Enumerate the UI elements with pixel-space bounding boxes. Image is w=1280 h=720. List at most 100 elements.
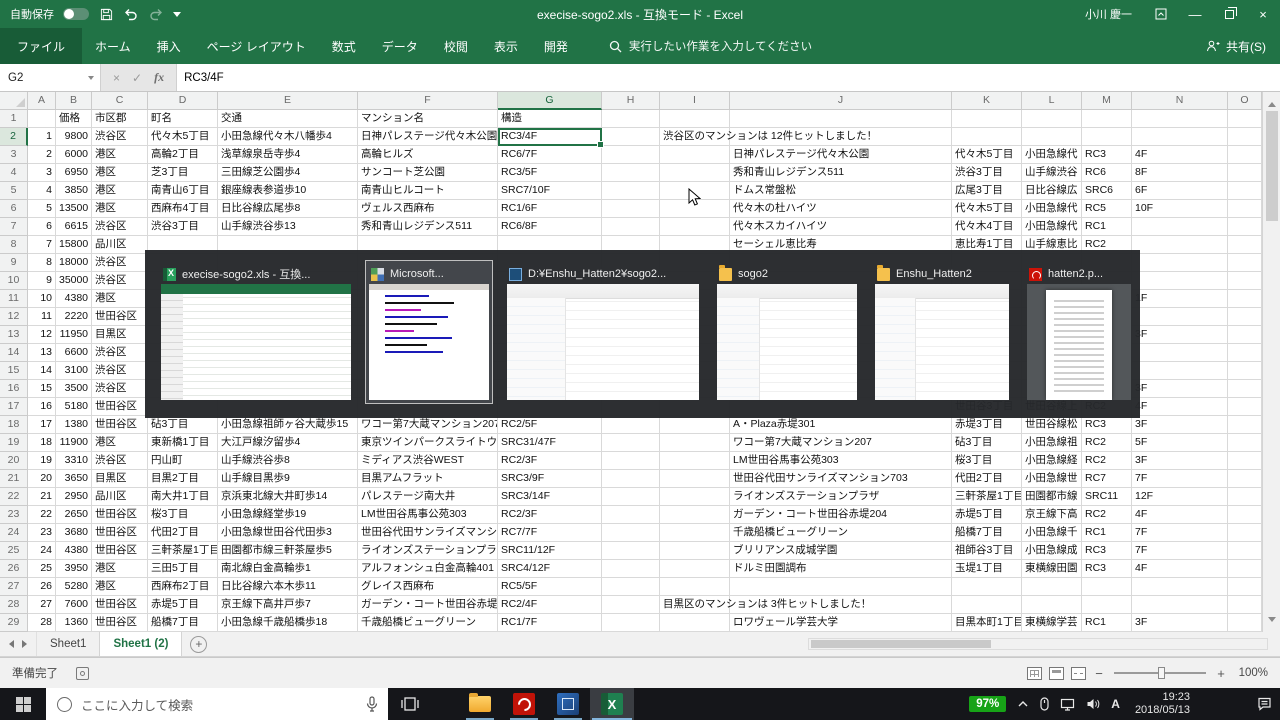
cell-J1[interactable] bbox=[730, 110, 952, 128]
row-header-10[interactable]: 10 bbox=[0, 272, 28, 290]
cell-B3[interactable]: 6000 bbox=[56, 146, 92, 164]
cell-H24[interactable] bbox=[602, 524, 660, 542]
cell-I4[interactable] bbox=[660, 164, 730, 182]
cell-E18[interactable]: 小田急線祖師ヶ谷大蔵歩15 bbox=[218, 416, 358, 434]
cell-G1[interactable]: 構造 bbox=[498, 110, 602, 128]
ribbon-tab-6[interactable]: 校閲 bbox=[431, 28, 481, 64]
cell-N19[interactable]: 5F bbox=[1132, 434, 1228, 452]
zoom-in-button[interactable]: + bbox=[1215, 666, 1227, 681]
cell-B9[interactable]: 18000 bbox=[56, 254, 92, 272]
cell-H4[interactable] bbox=[602, 164, 660, 182]
cell-K2[interactable] bbox=[952, 128, 1022, 146]
cell-B10[interactable]: 35000 bbox=[56, 272, 92, 290]
cell-C22[interactable]: 品川区 bbox=[92, 488, 148, 506]
cell-K4[interactable]: 渋谷3丁目 bbox=[952, 164, 1022, 182]
cell-K20[interactable]: 桜3丁目 bbox=[952, 452, 1022, 470]
autosave-toggle[interactable] bbox=[63, 8, 89, 20]
cell-M2[interactable] bbox=[1082, 128, 1132, 146]
cell-C14[interactable]: 渋谷区 bbox=[92, 344, 148, 362]
cell-C27[interactable]: 港区 bbox=[92, 578, 148, 596]
cell-M22[interactable]: SRC11 bbox=[1082, 488, 1132, 506]
row-header-2[interactable]: 2 bbox=[0, 128, 28, 146]
row-header-11[interactable]: 11 bbox=[0, 290, 28, 308]
cell-F20[interactable]: ミディアス渋谷WEST bbox=[358, 452, 498, 470]
col-header-K[interactable]: K bbox=[952, 92, 1022, 110]
zoom-level[interactable]: 100% bbox=[1234, 667, 1268, 679]
cell-B7[interactable]: 6615 bbox=[56, 218, 92, 236]
cell-I22[interactable] bbox=[660, 488, 730, 506]
cell-L23[interactable]: 京王線下高 bbox=[1022, 506, 1082, 524]
cell-G23[interactable]: RC2/3F bbox=[498, 506, 602, 524]
col-header-D[interactable]: D bbox=[148, 92, 218, 110]
cell-M23[interactable]: RC2 bbox=[1082, 506, 1132, 524]
row-header-22[interactable]: 22 bbox=[0, 488, 28, 506]
cell-F5[interactable]: 南青山ヒルコート bbox=[358, 182, 498, 200]
cell-I3[interactable] bbox=[660, 146, 730, 164]
cell-E1[interactable]: 交通 bbox=[218, 110, 358, 128]
sheet-tab-1[interactable]: Sheet1 bbox=[37, 632, 100, 656]
cell-A17[interactable]: 16 bbox=[28, 398, 56, 416]
cell-J25[interactable]: ブリリアンス成城学園 bbox=[730, 542, 952, 560]
cell-L24[interactable]: 小田急線千 bbox=[1022, 524, 1082, 542]
cell-J20[interactable]: LM世田谷馬事公苑303 bbox=[730, 452, 952, 470]
ribbon-tab-1[interactable]: ホーム bbox=[82, 28, 144, 64]
cell-A6[interactable]: 5 bbox=[28, 200, 56, 218]
cell-L20[interactable]: 小田急線経 bbox=[1022, 452, 1082, 470]
cell-O15[interactable] bbox=[1228, 362, 1262, 380]
cell-K5[interactable]: 広尾3丁目 bbox=[952, 182, 1022, 200]
cell-I25[interactable] bbox=[660, 542, 730, 560]
cell-N7[interactable] bbox=[1132, 218, 1228, 236]
battery-indicator[interactable]: 97% bbox=[969, 696, 1006, 712]
cell-D5[interactable]: 南青山6丁目 bbox=[148, 182, 218, 200]
cell-O29[interactable] bbox=[1228, 614, 1262, 632]
ribbon-display-options-icon[interactable] bbox=[1144, 0, 1178, 28]
cell-B8[interactable]: 15800 bbox=[56, 236, 92, 254]
cell-D3[interactable]: 高輪2丁目 bbox=[148, 146, 218, 164]
cell-G4[interactable]: RC3/5F bbox=[498, 164, 602, 182]
cell-E5[interactable]: 銀座線表参道歩10 bbox=[218, 182, 358, 200]
acrobat-button[interactable] bbox=[502, 688, 546, 720]
row-header-14[interactable]: 14 bbox=[0, 344, 28, 362]
cell-H6[interactable] bbox=[602, 200, 660, 218]
row-header-26[interactable]: 26 bbox=[0, 560, 28, 578]
cell-G29[interactable]: RC1/7F bbox=[498, 614, 602, 632]
cell-J27[interactable] bbox=[730, 578, 952, 596]
cell-A20[interactable]: 19 bbox=[28, 452, 56, 470]
normal-view-icon[interactable] bbox=[1027, 667, 1042, 680]
cell-A5[interactable]: 4 bbox=[28, 182, 56, 200]
cell-C6[interactable]: 港区 bbox=[92, 200, 148, 218]
minimize-button[interactable]: — bbox=[1178, 0, 1212, 28]
cell-M19[interactable]: RC2 bbox=[1082, 434, 1132, 452]
cell-G24[interactable]: RC7/7F bbox=[498, 524, 602, 542]
cell-O24[interactable] bbox=[1228, 524, 1262, 542]
cell-F19[interactable]: 東京ツインパークスライトウイング3101 bbox=[358, 434, 498, 452]
redo-icon[interactable] bbox=[148, 6, 164, 22]
cell-O2[interactable] bbox=[1228, 128, 1262, 146]
cell-C1[interactable]: 市区郡 bbox=[92, 110, 148, 128]
cell-A28[interactable]: 27 bbox=[28, 596, 56, 614]
ribbon-tab-8[interactable]: 開発 bbox=[531, 28, 581, 64]
cell-C28[interactable]: 世田谷区 bbox=[92, 596, 148, 614]
new-sheet-button[interactable]: + bbox=[190, 636, 207, 653]
cell-L19[interactable]: 小田急線祖 bbox=[1022, 434, 1082, 452]
cell-A7[interactable]: 6 bbox=[28, 218, 56, 236]
cell-K22[interactable]: 三軒茶屋1丁目 bbox=[952, 488, 1022, 506]
cell-N14[interactable] bbox=[1132, 344, 1228, 362]
cell-B24[interactable]: 3680 bbox=[56, 524, 92, 542]
row-header-27[interactable]: 27 bbox=[0, 578, 28, 596]
cell-E26[interactable]: 南北線白金高輪歩1 bbox=[218, 560, 358, 578]
cell-L22[interactable]: 田園都市線 bbox=[1022, 488, 1082, 506]
cell-O19[interactable] bbox=[1228, 434, 1262, 452]
cell-F26[interactable]: アルフォンシュ白金高輪401 bbox=[358, 560, 498, 578]
cell-D19[interactable]: 東新橋1丁目 bbox=[148, 434, 218, 452]
cell-K7[interactable]: 代々木4丁目 bbox=[952, 218, 1022, 236]
cell-I26[interactable] bbox=[660, 560, 730, 578]
cell-A19[interactable]: 18 bbox=[28, 434, 56, 452]
cell-O27[interactable] bbox=[1228, 578, 1262, 596]
taskbar-thumbnail-5[interactable]: hatten2.p... bbox=[1023, 260, 1135, 404]
cell-L27[interactable] bbox=[1022, 578, 1082, 596]
start-button[interactable] bbox=[0, 688, 46, 720]
row-header-8[interactable]: 8 bbox=[0, 236, 28, 254]
col-header-E[interactable]: E bbox=[218, 92, 358, 110]
cell-N21[interactable]: 7F bbox=[1132, 470, 1228, 488]
